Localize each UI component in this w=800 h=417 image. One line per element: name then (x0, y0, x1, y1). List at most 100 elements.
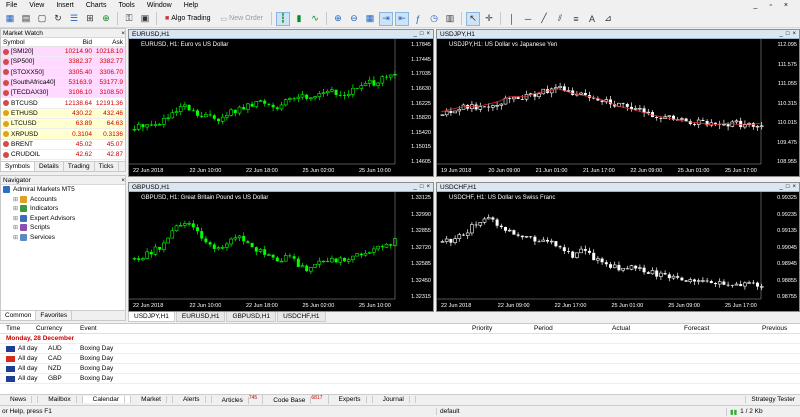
navigator-icon[interactable]: ⊕ (99, 12, 113, 26)
chart-window-usdchf[interactable]: USDCHF,H1 _ □ × USDCHF, H1: US Dollar vs Swi… (436, 182, 800, 312)
toolbox-tab-news[interactable]: News (0, 396, 39, 403)
calendar-event-row[interactable]: All day AUD Boxing Day (0, 344, 800, 354)
toolbox-tab-calendar[interactable]: Calendar (82, 396, 132, 403)
vertical-line-icon[interactable]: │ (505, 12, 519, 26)
bar-chart-icon[interactable]: ┇ (276, 11, 291, 26)
chart-tab[interactable]: EURUSD,H1 (175, 312, 226, 322)
market-watch-row[interactable]: XRPUSD 0.3104 0.3136 (1, 129, 125, 140)
maximize-icon[interactable]: □ (786, 184, 790, 190)
toolbox-tab-articles[interactable]: Articles 745 (212, 394, 264, 405)
shapes-icon[interactable]: ⊿ (601, 12, 615, 26)
menu-help[interactable]: Help (178, 2, 204, 9)
toolbox-tab-experts[interactable]: Experts (329, 396, 373, 403)
chart-caption[interactable]: USDJPY,H1 _ □ × (437, 30, 799, 39)
candlestick-icon[interactable]: ▮ (292, 12, 306, 26)
symbol-column-header[interactable]: Symbol (1, 39, 57, 46)
line-chart-icon[interactable]: ∿ (308, 12, 322, 26)
bid-column-header[interactable]: Bid (57, 39, 92, 46)
zoom-in-icon[interactable]: ⊕ (331, 12, 345, 26)
close-icon[interactable]: × (121, 30, 125, 37)
chart-tab[interactable]: USDJPY,H1 (128, 312, 175, 322)
minimize-icon[interactable]: _ (414, 31, 417, 37)
save-icon[interactable]: ▢ (35, 12, 49, 26)
menu-insert[interactable]: Insert (50, 2, 80, 9)
market-watch-icon[interactable]: ☰ (67, 12, 81, 26)
minimize-icon[interactable]: _ (748, 2, 764, 9)
column-header-period[interactable]: Period (534, 325, 553, 332)
calendar-event-row[interactable]: All day NZD Boxing Day (0, 364, 800, 374)
ask-column-header[interactable]: Ask (92, 39, 125, 46)
new-chart-icon[interactable]: ▦ (3, 12, 17, 26)
minimize-icon[interactable]: _ (780, 184, 783, 190)
zoom-out-icon[interactable]: ⊖ (347, 12, 361, 26)
close-icon[interactable]: × (792, 31, 796, 37)
column-header-currency[interactable]: Currency (36, 325, 62, 332)
refresh-icon[interactable]: ↻ (51, 12, 65, 26)
close-icon[interactable]: × (778, 2, 794, 9)
tab-symbols[interactable]: Symbols (1, 162, 35, 171)
calendar-event-row[interactable]: All day CAD Boxing Day (0, 354, 800, 364)
minimize-icon[interactable]: _ (414, 184, 417, 190)
toolbox-tab-mailbox[interactable]: Mailbox (38, 396, 83, 403)
navigator-item-accounts[interactable]: ⊞ Accounts (1, 195, 125, 205)
minimize-icon[interactable]: _ (780, 31, 783, 37)
templates-icon[interactable]: ▥ (443, 12, 457, 26)
tab-common[interactable]: Common (1, 311, 37, 320)
market-watch-row[interactable]: BRENT 45.02 45.07 (1, 139, 125, 150)
tab-details[interactable]: Details (35, 162, 64, 171)
chart-caption[interactable]: USDCHF,H1 _ □ × (437, 183, 799, 192)
chart-window-gbpusd[interactable]: GBPUSD,H1 _ □ × GBPUSD, H1: Great Britain Po… (128, 182, 434, 312)
column-header-forecast[interactable]: Forecast (684, 325, 709, 332)
price-chart[interactable] (437, 192, 799, 311)
price-chart[interactable] (129, 192, 433, 311)
lock-icon[interactable]: ⚿ (122, 12, 136, 26)
periods-icon[interactable]: ◷ (427, 12, 441, 26)
menu-view[interactable]: View (23, 2, 50, 9)
capture-icon[interactable]: ▣ (138, 12, 152, 26)
close-icon[interactable]: × (792, 184, 796, 190)
tab-ticks[interactable]: Ticks (95, 162, 119, 171)
expand-icon[interactable]: ⊞ (13, 215, 18, 222)
price-chart[interactable] (437, 39, 799, 176)
calendar-event-row[interactable]: All day GBP Boxing Day (0, 374, 800, 384)
maximize-icon[interactable]: □ (420, 31, 424, 37)
tile-windows-icon[interactable]: ▦ (363, 12, 377, 26)
chart-window-usdjpy[interactable]: USDJPY,H1 _ □ × USDJPY,H1: US Dollar vs Japa… (436, 29, 800, 177)
chart-shift-icon[interactable]: ⇤ (395, 11, 410, 26)
navigator-item-expert-advisors[interactable]: ⊞ Expert Advisors (1, 214, 125, 224)
close-icon[interactable]: × (426, 184, 430, 190)
market-watch-row[interactable]: ETHUSD 430.22 432.46 (1, 108, 125, 120)
horizontal-line-icon[interactable]: ─ (521, 12, 535, 26)
close-icon[interactable]: × (121, 177, 125, 184)
menu-window[interactable]: Window (141, 2, 178, 9)
tab-trading[interactable]: Trading (64, 162, 95, 171)
chart-window-eurusd[interactable]: EURUSD,H1 _ □ × EURUSD, H1: Euro vs US Dolla… (128, 29, 434, 177)
toolbox-tab-code-base[interactable]: Code Base 6817 (263, 394, 329, 405)
navigator-item-indicators[interactable]: ⊞ Indicators (1, 204, 125, 214)
fibonacci-icon[interactable]: ≡ (569, 12, 583, 26)
menu-tools[interactable]: Tools (112, 2, 140, 9)
maximize-icon[interactable]: □ (420, 184, 424, 190)
column-header-actual[interactable]: Actual (612, 325, 630, 332)
text-icon[interactable]: A (585, 12, 599, 26)
expand-icon[interactable]: ⊞ (13, 234, 18, 241)
toolbox-tab-alerts[interactable]: Alerts (173, 396, 212, 403)
restore-icon[interactable]: ▫ (763, 2, 777, 9)
cursor-icon[interactable]: ↖ (466, 11, 481, 26)
navigator-item-services[interactable]: ⊞ Services (1, 233, 125, 243)
menu-file[interactable]: File (0, 2, 23, 9)
column-header-priority[interactable]: Priority (472, 325, 492, 332)
maximize-icon[interactable]: □ (786, 31, 790, 37)
menu-charts[interactable]: Charts (80, 2, 113, 9)
column-header-event[interactable]: Event (80, 325, 97, 332)
market-watch-row[interactable]: [SouthAfrica40] 53163.9 53177.9 (1, 77, 125, 89)
indicators-icon[interactable]: ƒ (411, 12, 425, 26)
market-watch-row[interactable]: LTCUSD 63.89 64.63 (1, 119, 125, 130)
expand-icon[interactable]: ⊞ (13, 196, 18, 203)
trendline-icon[interactable]: ╱ (537, 12, 551, 26)
crosshair-icon[interactable]: ✛ (482, 12, 496, 26)
tab-favorites[interactable]: Favorites (36, 311, 73, 320)
profiles-icon[interactable]: ▤ (19, 12, 33, 26)
channel-icon[interactable]: ⫽ (553, 12, 567, 26)
price-chart[interactable] (129, 39, 433, 176)
